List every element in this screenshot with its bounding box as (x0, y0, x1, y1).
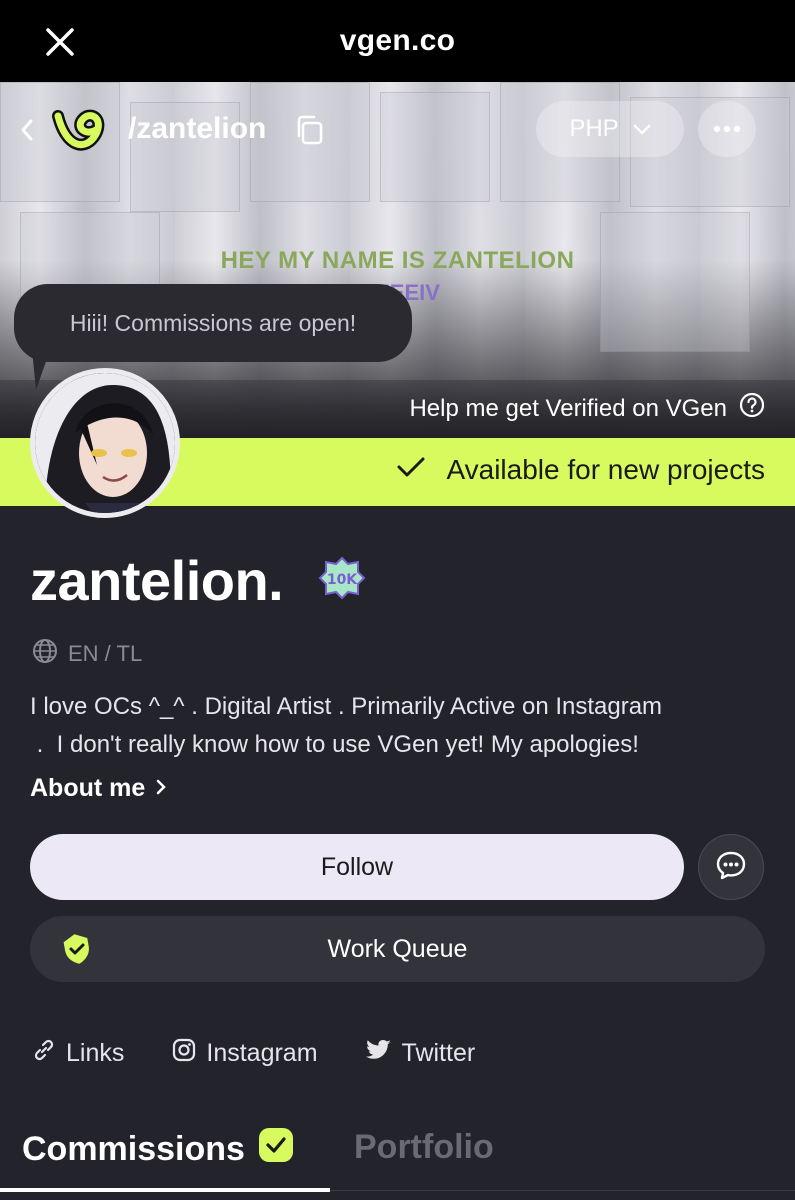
links-label: Links (66, 1039, 125, 1067)
work-queue-button[interactable]: Work Queue (30, 916, 765, 982)
avatar[interactable] (30, 368, 180, 518)
twitter-bird-icon (365, 1039, 392, 1068)
instagram-icon (172, 1038, 196, 1069)
verify-link[interactable]: Help me get Verified on VGen (409, 392, 765, 425)
bio-line: . I don't really know how to use VGen ye… (30, 731, 639, 758)
active-tab-indicator (0, 1188, 330, 1192)
check-badge-icon (257, 1126, 295, 1173)
copy-icon[interactable] (294, 114, 326, 146)
follow-label: Follow (320, 852, 394, 881)
profile-bio: I love OCs ^_^ . Digital Artist . Primar… (30, 688, 770, 764)
twitter-label: Twitter (401, 1039, 476, 1067)
currency-selector[interactable]: PHP (536, 101, 684, 157)
status-bubble: Hiii! Commissions are open! (14, 284, 412, 362)
tab-portfolio[interactable]: Portfolio (354, 1128, 494, 1167)
svg-text:10K: 10K (327, 572, 358, 588)
browser-domain: vgen.co (339, 24, 456, 57)
checkmark-icon (396, 454, 426, 486)
about-me-link[interactable]: About me (30, 774, 167, 803)
twitter-link[interactable]: Twitter (365, 1038, 476, 1069)
chevron-right-icon (155, 774, 167, 803)
availability-label: Available for new projects (446, 454, 765, 485)
work-queue-label: Work Queue (327, 934, 468, 963)
languages-label: EN / TL (68, 641, 143, 666)
help-question-icon (739, 392, 765, 425)
avatar-portrait-icon (35, 373, 175, 513)
instagram-link[interactable]: Instagram (172, 1038, 318, 1069)
profile-nav: /zantelion PHP (0, 96, 795, 166)
status-bubble-text: Hiii! Commissions are open! (69, 309, 357, 336)
more-options-button[interactable] (698, 101, 756, 157)
vgen-logo-icon[interactable] (52, 106, 120, 154)
tab-commissions[interactable]: Commissions (22, 1126, 295, 1173)
profile-tabs: Commissions Portfolio (0, 1120, 795, 1200)
follow-button[interactable]: Follow (30, 834, 684, 900)
verify-link-label: Help me get Verified on VGen (409, 394, 727, 422)
browser-top-bar: vgen.co (0, 0, 795, 82)
link-icon (32, 1038, 56, 1069)
instagram-label: Instagram (206, 1039, 318, 1067)
ellipsis-icon (713, 120, 741, 138)
bio-line: I love OCs ^_^ . Digital Artist . Primar… (30, 693, 663, 720)
back-chevron-icon[interactable] (12, 110, 42, 150)
chevron-down-icon (633, 115, 651, 143)
currency-label: PHP (569, 115, 619, 142)
profile-name: zantelion. (30, 549, 284, 612)
profile-handle: /zantelion (128, 112, 267, 145)
banner-headline: HEY MY NAME IS ZANTELION (220, 247, 575, 274)
links-link[interactable]: Links (32, 1038, 124, 1069)
chat-bubble-icon (715, 849, 747, 886)
globe-icon (32, 638, 58, 670)
tab-commissions-label: Commissions (22, 1130, 245, 1168)
message-button[interactable] (698, 834, 764, 900)
10k-badge-icon: 10K (318, 556, 366, 600)
profile-languages: EN / TL (32, 638, 142, 670)
social-links: Links Instagram Twitter (32, 1038, 475, 1069)
shield-check-icon (60, 932, 94, 966)
about-me-label: About me (30, 774, 146, 802)
close-icon[interactable] (40, 22, 80, 62)
bubble-tail (32, 350, 50, 390)
